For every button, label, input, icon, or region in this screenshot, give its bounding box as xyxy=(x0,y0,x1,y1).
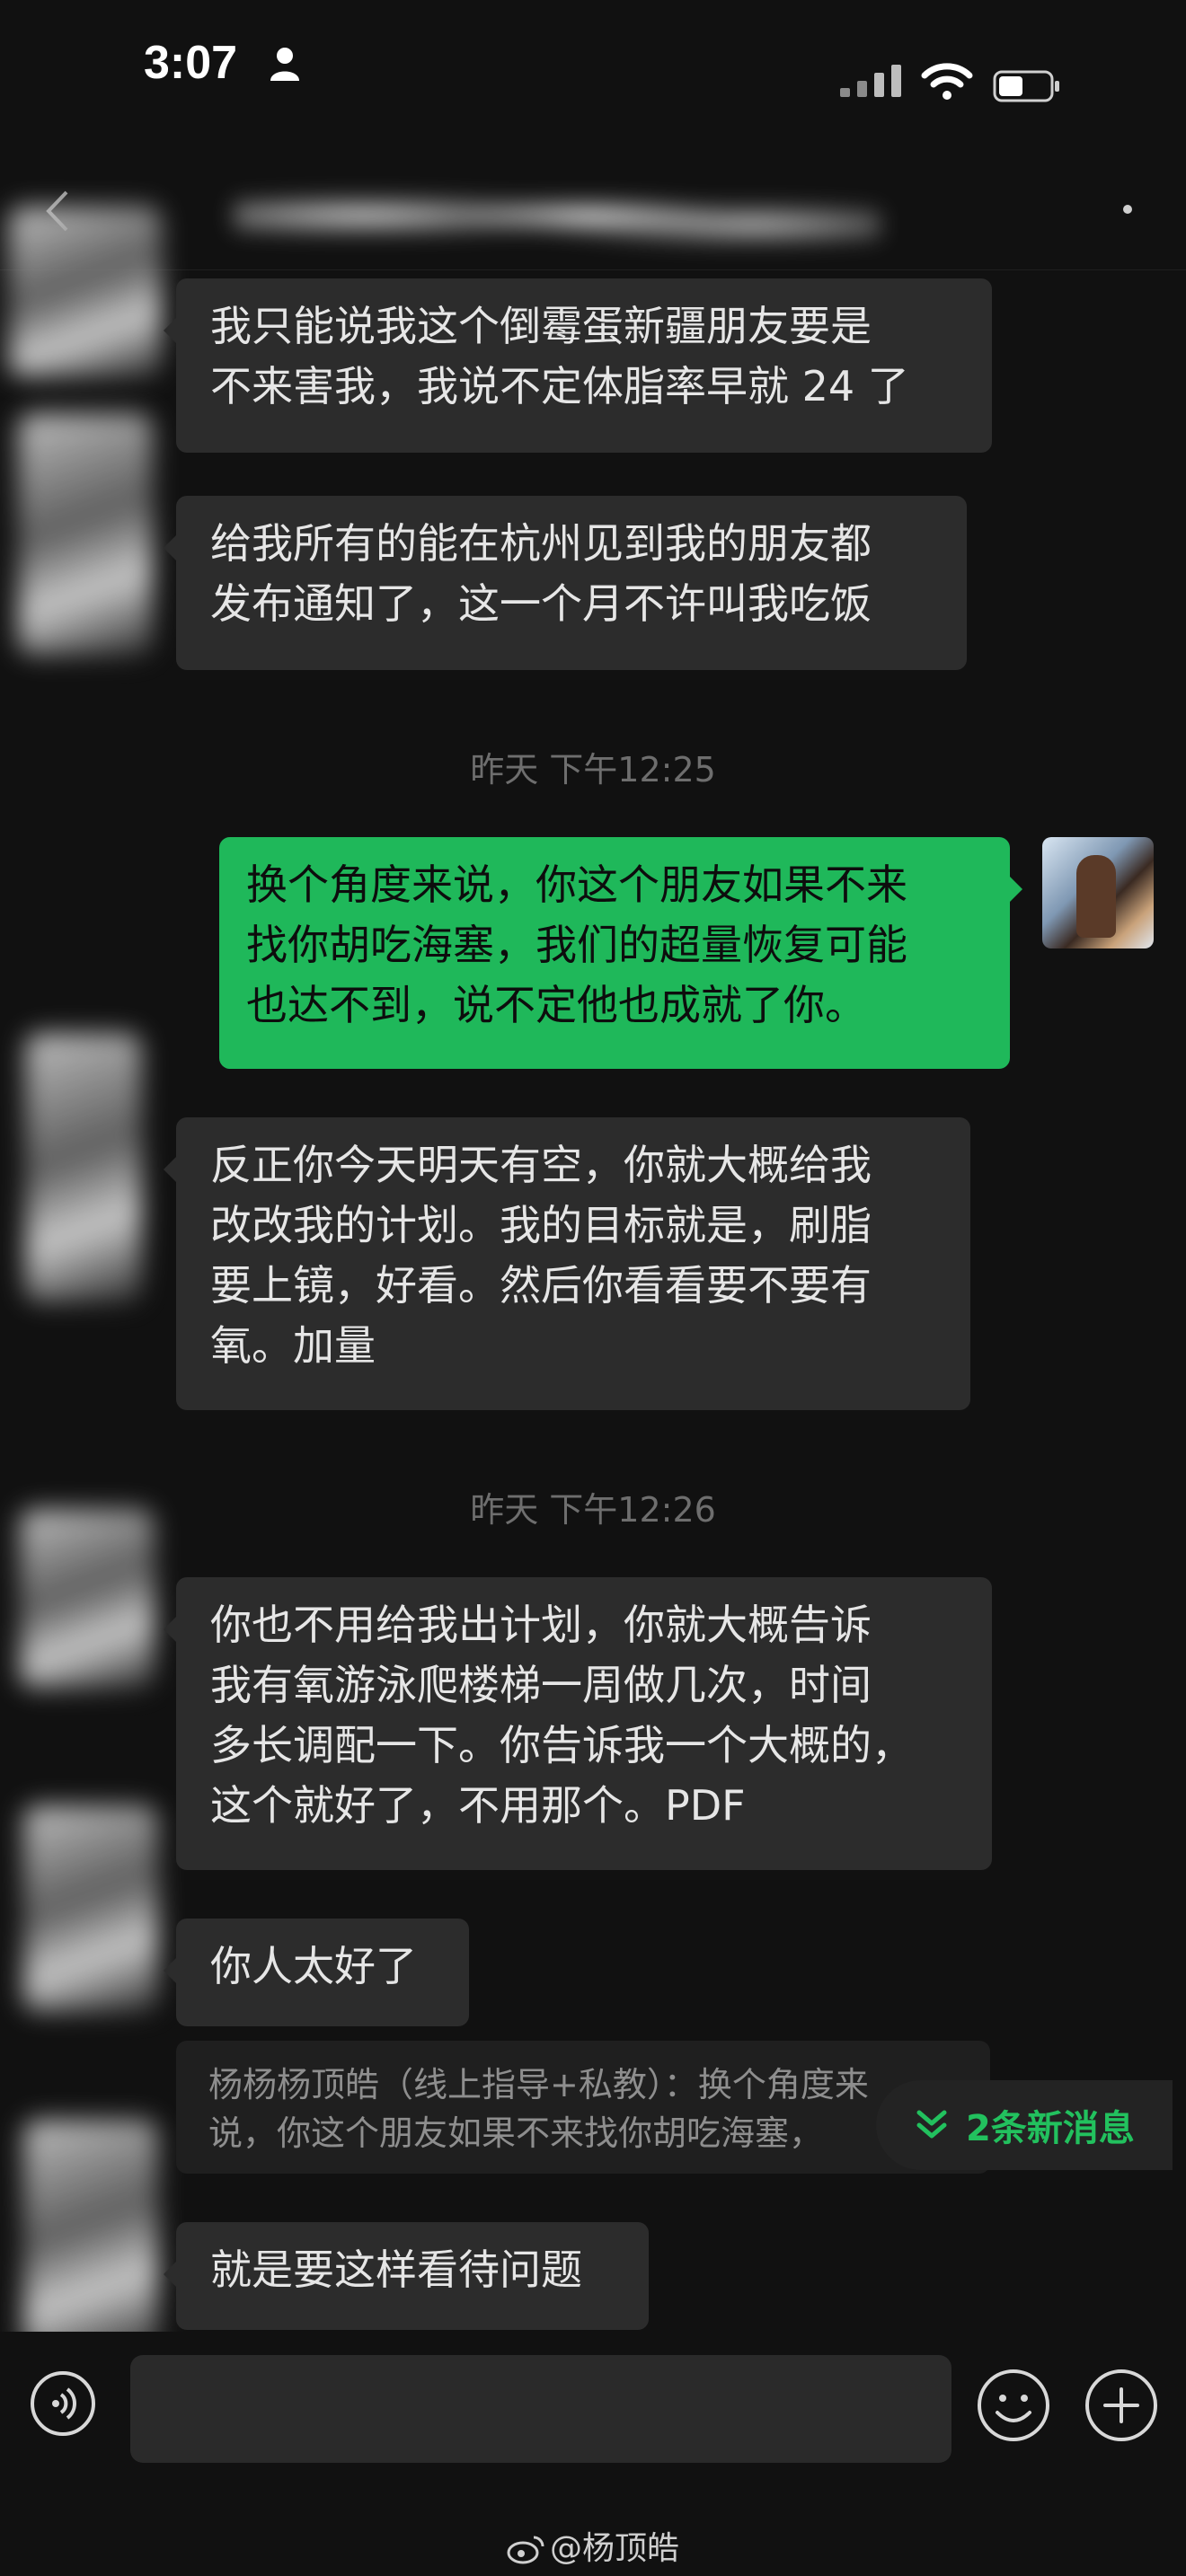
emoji-icon[interactable] xyxy=(976,2368,1051,2443)
message-bubble[interactable]: 反正你今天明天有空，你就大概给我 改改我的计划。我的目标就是，刷脂 要上镜，好看… xyxy=(164,1117,970,1410)
new-messages-label: 2条新消息 xyxy=(966,2108,1135,2149)
voice-icon[interactable] xyxy=(29,2369,97,2438)
person-icon xyxy=(270,48,299,81)
message-input[interactable] xyxy=(130,2355,951,2463)
status-time: 3:07 xyxy=(144,37,238,89)
timestamp: 昨天 下午12:26 xyxy=(470,1490,716,1530)
my-avatar[interactable] xyxy=(1042,837,1154,948)
message-bubble[interactable]: 你人太好了 xyxy=(164,1919,469,2026)
avatar[interactable] xyxy=(23,1805,158,2012)
avatar[interactable] xyxy=(20,1509,155,1689)
quoted-message[interactable]: 杨杨杨顶皓（线上指导+私教）：换个角度来 说，你这个朋友如果不来找你胡吃海塞， xyxy=(176,2041,990,2174)
message-bubble[interactable]: 我只能说我这个倒霉蛋新疆朋友要是 不来害我，我说不定体脂率早就 24 了 xyxy=(164,278,992,453)
plus-icon[interactable] xyxy=(1084,2368,1159,2443)
avatar[interactable] xyxy=(23,2120,158,2353)
message-bubble[interactable]: 就是要这样看待问题 xyxy=(164,2222,649,2330)
chat-title-redacted xyxy=(234,171,881,260)
new-messages-button[interactable]: 2条新消息 xyxy=(876,2080,1173,2170)
more-options-icon[interactable] xyxy=(1123,205,1132,214)
wifi-icon xyxy=(921,63,973,100)
watermark-text: @杨顶皓 xyxy=(549,2530,679,2567)
timestamp: 昨天 下午12:25 xyxy=(470,750,716,790)
status-bar: 3:07 xyxy=(0,0,1186,135)
weibo-icon xyxy=(507,2536,544,2564)
watermark: @杨顶皓 xyxy=(0,2522,1186,2569)
chevrons-down-icon xyxy=(916,2110,947,2139)
message-bubble-outgoing[interactable]: 换个角度来说，你这个朋友如果不来 找你胡吃海塞，我们的超量恢复可能 也达不到，说… xyxy=(219,837,1022,1069)
avatar[interactable] xyxy=(9,207,162,377)
signal-icon xyxy=(840,65,901,97)
message-bubble[interactable]: 给我所有的能在杭州见到我的朋友都 发布通知了，这一个月不许叫我吃饭 xyxy=(164,496,967,670)
avatar[interactable] xyxy=(18,413,153,656)
message-bubble[interactable]: 你也不用给我出计划，你就大概告诉 我有氧游泳爬楼梯一周做几次，时间 多长调配一下… xyxy=(164,1577,992,1870)
avatar[interactable] xyxy=(25,1033,142,1302)
battery-icon xyxy=(993,70,1059,102)
